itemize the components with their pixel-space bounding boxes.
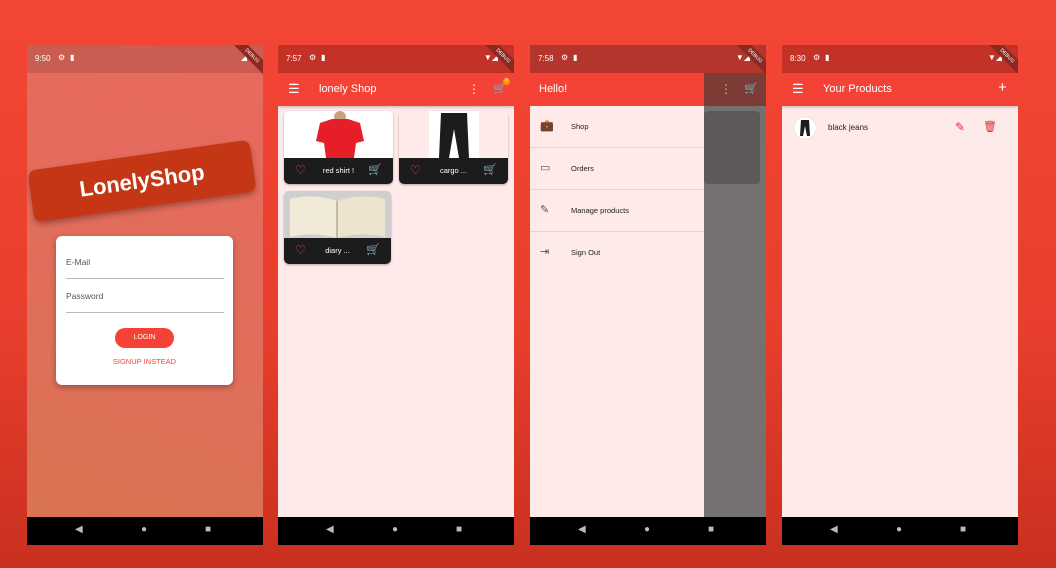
list-item: black jeans ✎ 🗑 [794,117,1006,139]
status-time: 7:57 [286,54,302,63]
drawer-item-label: Orders [571,164,594,173]
product-name: cargo ... [439,166,468,175]
drawer-header: Hello! [530,73,704,106]
drawer-item-label: Manage products [571,206,629,215]
product-image[interactable] [399,111,508,158]
status-bar: 9:50 ⚙ ▮ ◢ [27,45,263,73]
recents-icon[interactable]: ■ [456,524,462,535]
drawer-item-sign-out[interactable]: ⇥ Sign Out [530,232,704,273]
product-footer: ♡ diary ... 🛒 [284,238,391,264]
favorite-icon[interactable]: ♡ [295,163,306,177]
sd-card-icon: ▮ [321,53,326,62]
drawer-item-shop[interactable]: 💼 Shop [530,106,704,148]
drawer-item-manage-products[interactable]: ✎ Manage products [530,190,704,232]
status-bar: 8:30 ⚙ ▮ ▼◢ [782,45,1018,73]
password-field[interactable]: Password [66,291,103,301]
favorite-icon[interactable]: ♡ [295,243,306,257]
add-to-cart-icon[interactable]: 🛒 [366,243,380,256]
back-icon[interactable]: ◀ [830,524,838,535]
add-icon[interactable]: + [998,79,1007,96]
drawer-scrim[interactable]: ⋮ 🛒 [704,45,766,517]
dimmed-product-tile [704,111,760,184]
back-icon[interactable]: ◀ [75,524,83,535]
home-icon[interactable]: ● [141,524,147,535]
product-tile[interactable]: ♡ diary ... 🛒 [284,191,391,264]
drawer-title: Hello! [539,83,568,95]
signup-instead-link[interactable]: SIGNUP INSTEAD [56,357,233,366]
sd-card-icon: ▮ [573,53,578,62]
product-name: red shirt ! [322,166,355,175]
add-to-cart-icon[interactable]: 🛒 [483,163,497,176]
status-bar: 7:58 ⚙ ▮ ▼◢ [530,45,766,73]
product-image[interactable] [284,111,393,158]
favorite-icon[interactable]: ♡ [410,163,421,177]
recents-icon[interactable]: ■ [205,524,211,535]
recents-icon[interactable]: ■ [960,524,966,535]
email-underline [66,278,224,279]
delete-icon[interactable]: 🗑 [983,120,997,133]
system-nav-bar: ◀ ● ■ [782,517,1018,545]
back-icon[interactable]: ◀ [578,524,586,535]
product-avatar [794,117,816,139]
product-footer: ♡ cargo ... 🛒 [399,158,508,184]
edit-icon[interactable]: ✎ [955,120,965,134]
shop-screen: 7:57 ⚙ ▮ ▼◢ DEBUG ☰ lonely Shop ⋮ 🛒 0 ♡ … [278,45,514,545]
login-button[interactable]: LOGIN [115,328,174,348]
dimmed-app-bar: ⋮ 🛒 [704,73,766,106]
logout-icon: ⇥ [540,246,550,258]
cart-badge: 0 [503,78,510,85]
more-options-icon: ⋮ [720,82,732,96]
edit-icon: ✎ [540,204,550,216]
system-nav-bar: ◀ ● ■ [530,517,766,545]
system-nav-bar: ◀ ● ■ [278,517,514,545]
back-icon[interactable]: ◀ [326,524,334,535]
user-products-screen: 8:30 ⚙ ▮ ▼◢ DEBUG ☰ Your Products + blac… [782,45,1018,545]
status-time: 7:58 [538,54,554,63]
drawer-item-label: Sign Out [571,248,601,257]
drawer-screen: ⋮ 🛒 7:58 ⚙ ▮ ▼◢ DEBUG 💼 Shop ▭ Orders ✎ … [530,45,766,545]
drawer-item-orders[interactable]: ▭ Orders [530,148,704,190]
product-image[interactable] [284,191,391,238]
menu-icon[interactable]: ☰ [792,81,804,97]
more-options-icon[interactable]: ⋮ [468,82,480,96]
status-time: 8:30 [790,54,806,63]
product-title: black jeans [828,123,869,132]
drawer-item-label: Shop [571,122,589,131]
password-underline [66,312,224,313]
navigation-drawer: 💼 Shop ▭ Orders ✎ Manage products ⇥ Sign… [530,106,704,517]
login-screen: 9:50 ⚙ ▮ ◢ DEBUG LonelyShop E-Mail Passw… [27,45,263,545]
email-field[interactable]: E-Mail [66,257,90,267]
product-tile[interactable]: ♡ cargo ... 🛒 [399,111,508,184]
settings-icon: ⚙ [813,53,821,62]
app-logo: LonelyShop [27,139,257,223]
product-tile[interactable]: ♡ red shirt ! 🛒 [284,111,393,184]
auth-card: E-Mail Password LOGIN SIGNUP INSTEAD [56,236,233,385]
app-bar: ☰ Your Products + [782,73,1018,106]
settings-icon: ⚙ [58,53,66,62]
menu-icon[interactable]: ☰ [288,81,300,97]
home-icon[interactable]: ● [644,524,650,535]
store-icon: 💼 [540,120,554,132]
sd-card-icon: ▮ [70,53,75,62]
settings-icon: ⚙ [309,53,317,62]
product-name: diary ... [325,246,350,255]
recents-icon[interactable]: ■ [708,524,714,535]
add-to-cart-icon[interactable]: 🛒 [368,163,382,176]
credit-card-icon: ▭ [540,162,551,174]
product-footer: ♡ red shirt ! 🛒 [284,158,393,184]
page-title: Your Products [823,83,892,95]
page-title: lonely Shop [319,83,377,95]
status-time: 9:50 [35,54,51,63]
sd-card-icon: ▮ [825,53,830,62]
system-nav-bar: ◀ ● ■ [27,517,263,545]
home-icon[interactable]: ● [392,524,398,535]
settings-icon: ⚙ [561,53,569,62]
home-icon[interactable]: ● [896,524,902,535]
app-bar: ☰ lonely Shop ⋮ 🛒 0 [278,73,514,106]
cart-icon: 🛒 [744,83,758,95]
status-bar: 7:57 ⚙ ▮ ▼◢ [278,45,514,73]
